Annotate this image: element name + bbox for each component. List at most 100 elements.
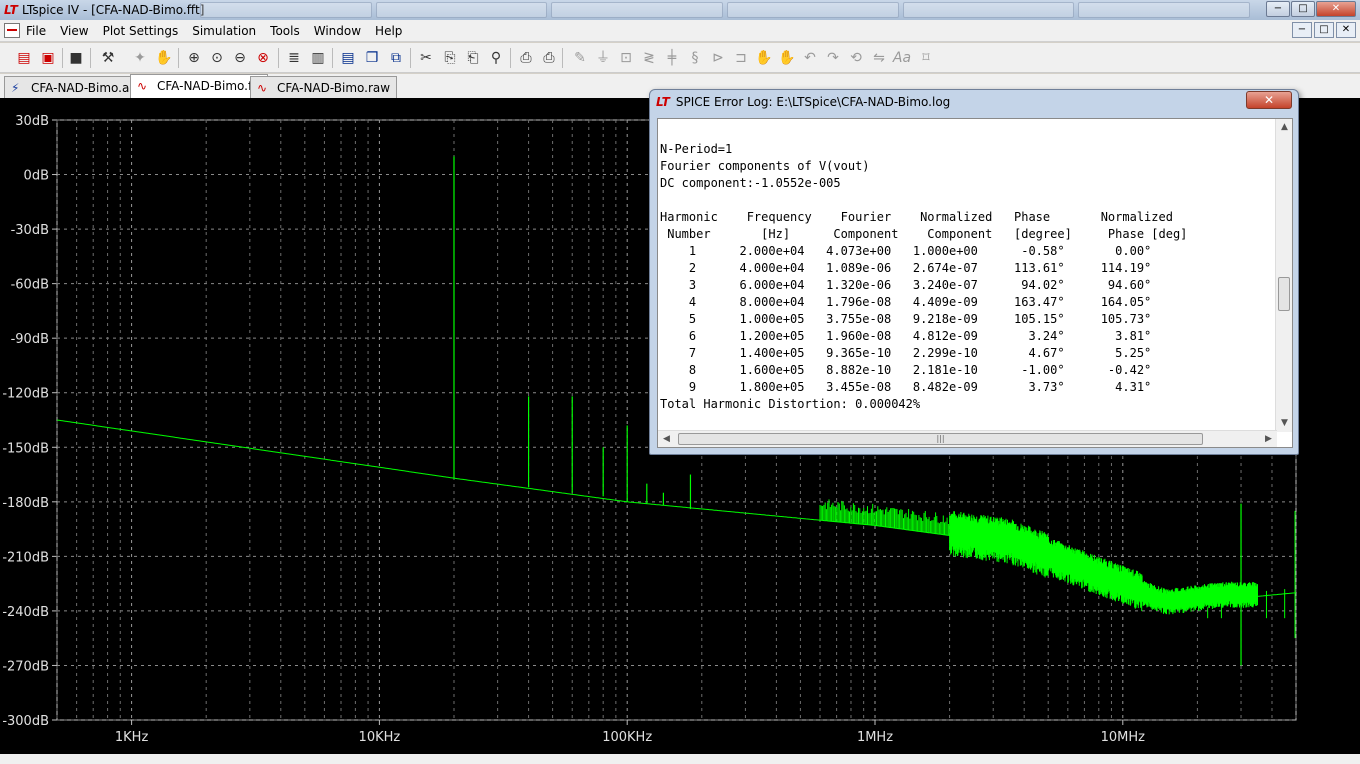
- y-tick-label: 30dB: [15, 114, 49, 129]
- y-tick-label: -180dB: [2, 496, 49, 511]
- mdi-minimize-button[interactable]: −: [1292, 22, 1312, 38]
- y-tick-label: 0dB: [24, 169, 49, 184]
- y-tick-label: -30dB: [11, 223, 49, 238]
- close-button[interactable]: ✕: [1316, 1, 1356, 17]
- tile-horizontal-icon[interactable]: ▤: [338, 48, 358, 68]
- log-line: 2 4.000e+04 1.089e-06 2.674e-07 113.61° …: [660, 261, 1152, 275]
- waveform-icon: ∿: [137, 79, 148, 93]
- control-panel-icon[interactable]: ⚒: [98, 48, 118, 68]
- scroll-up-icon[interactable]: ▲: [1276, 119, 1293, 136]
- redo-icon[interactable]: ↷: [823, 48, 843, 68]
- spice-error-log-window[interactable]: LT SPICE Error Log: E:\LTSpice\CFA-NAD-Bi…: [649, 89, 1299, 455]
- cut-icon[interactable]: ✂: [416, 48, 436, 68]
- ground-icon[interactable]: ⏚: [593, 48, 613, 68]
- menu-file[interactable]: File: [26, 24, 46, 38]
- waveform-icon: ∿: [257, 81, 268, 95]
- zoom-out-icon[interactable]: ⊖: [230, 48, 250, 68]
- autorange-icon[interactable]: ≣: [284, 48, 304, 68]
- scroll-down-icon[interactable]: ▼: [1276, 415, 1293, 432]
- horizontal-scrollbar[interactable]: ◀ ||| ▶: [658, 430, 1277, 447]
- paste-icon[interactable]: ⎗: [463, 48, 483, 68]
- horizontal-scroll-thumb[interactable]: |||: [678, 433, 1203, 445]
- text-icon[interactable]: Aa: [892, 48, 912, 68]
- run-icon[interactable]: ✦: [130, 48, 150, 68]
- menu-simulation[interactable]: Simulation: [192, 24, 256, 38]
- scroll-left-icon[interactable]: ◀: [658, 431, 675, 448]
- x-tick-label: 10KHz: [359, 730, 401, 745]
- mdi-close-button[interactable]: ✕: [1336, 22, 1356, 38]
- restore-button[interactable]: □: [1291, 1, 1315, 17]
- x-tick-label: 10MHz: [1101, 730, 1146, 745]
- tab-raw[interactable]: ∿ CFA-NAD-Bimo.raw: [250, 76, 398, 98]
- log-line: DC component:-1.0552e-005: [660, 176, 841, 190]
- vertical-scrollbar[interactable]: ▲ ▼: [1275, 119, 1292, 432]
- ghost-tab: [375, 2, 548, 18]
- mdi-restore-button[interactable]: □: [1314, 22, 1334, 38]
- tile-vertical-icon[interactable]: ▥: [308, 48, 328, 68]
- tab-schematic[interactable]: ⚡ CFA-NAD-Bimo.asc: [4, 76, 150, 98]
- print-setup-icon[interactable]: ⎙: [516, 48, 536, 68]
- zoom-in-icon[interactable]: ⊕: [184, 48, 204, 68]
- window-title: LTspice IV - [CFA-NAD-Bimo.fft]: [22, 3, 205, 17]
- log-title: SPICE Error Log: E:\LTSpice\CFA-NAD-Bimo…: [675, 95, 951, 109]
- close-all-icon[interactable]: ⧉: [386, 48, 406, 68]
- log-line: N-Period=1: [660, 142, 733, 156]
- log-line: 6 1.200e+05 1.960e-08 4.812e-09 3.24° 3.…: [660, 329, 1152, 343]
- inductor-icon[interactable]: §: [685, 48, 705, 68]
- ghost-tab: [1078, 2, 1251, 18]
- spice-directive-icon[interactable]: ⌑: [916, 48, 936, 68]
- tab-label: CFA-NAD-Bimo.asc: [31, 81, 143, 95]
- ghost-tab: [551, 2, 724, 18]
- print-icon[interactable]: ⎙: [539, 48, 559, 68]
- rotate-icon[interactable]: ⟲: [846, 48, 866, 68]
- toolbar: ▤ ▣ ■ ⚒ ✦ ✋ ⊕ ⊙ ⊖ ⊗ ≣ ▥ ▤ ❐ ⧉ ✂ ⎘ ⎗ ⚲ ⎙ …: [0, 43, 1360, 73]
- diode-icon[interactable]: ⊳: [708, 48, 728, 68]
- component-icon[interactable]: ⊐: [731, 48, 751, 68]
- pan-icon[interactable]: ✋: [154, 48, 174, 68]
- minimize-button[interactable]: −: [1266, 1, 1290, 17]
- label-icon[interactable]: ⊡: [616, 48, 636, 68]
- log-line: Number [Hz] Component Component [degree]…: [660, 227, 1188, 241]
- zoom-area-icon[interactable]: ⊙: [207, 48, 227, 68]
- save-icon[interactable]: ■: [66, 48, 86, 68]
- status-bar: [0, 754, 1360, 764]
- y-tick-label: -210dB: [2, 550, 49, 565]
- resistor-icon[interactable]: ≷: [639, 48, 659, 68]
- open-icon[interactable]: ▣: [38, 48, 58, 68]
- find-icon[interactable]: ⚲: [486, 48, 506, 68]
- menu-window[interactable]: Window: [314, 24, 361, 38]
- menu-plot-settings[interactable]: Plot Settings: [103, 24, 179, 38]
- menu-tools[interactable]: Tools: [270, 24, 300, 38]
- capacitor-icon[interactable]: ╪: [662, 48, 682, 68]
- log-line: Total Harmonic Distortion: 0.000042%: [660, 397, 921, 411]
- menu-help[interactable]: Help: [375, 24, 402, 38]
- y-tick-label: -90dB: [11, 332, 49, 347]
- x-tick-label: 1KHz: [115, 730, 149, 745]
- log-close-button[interactable]: ✕: [1246, 91, 1292, 109]
- mirror-icon[interactable]: ⇋: [869, 48, 889, 68]
- y-tick-label: -60dB: [11, 278, 49, 293]
- vertical-scroll-thumb[interactable]: [1278, 277, 1290, 311]
- wire-icon[interactable]: ✎: [570, 48, 590, 68]
- move-icon[interactable]: ✋: [754, 48, 774, 68]
- cascade-icon[interactable]: ❐: [362, 48, 382, 68]
- new-schematic-icon[interactable]: ▤: [14, 48, 34, 68]
- log-line: 9 1.800e+05 3.455e-08 8.482e-09 3.73° 4.…: [660, 380, 1152, 394]
- ltspice-logo-icon: LT: [656, 95, 670, 109]
- y-tick-label: -300dB: [2, 714, 49, 729]
- log-line: 7 1.400e+05 9.365e-10 2.299e-10 4.67° 5.…: [660, 346, 1152, 360]
- menu-bar: File View Plot Settings Simulation Tools…: [0, 20, 1360, 42]
- document-waveform-icon[interactable]: [4, 23, 20, 38]
- title-bar: LT LTspice IV - [CFA-NAD-Bimo.fft] − □ ✕: [0, 0, 1360, 20]
- log-title-bar[interactable]: LT SPICE Error Log: E:\LTSpice\CFA-NAD-Bi…: [656, 95, 950, 109]
- scroll-right-icon[interactable]: ▶: [1260, 431, 1277, 448]
- undo-icon[interactable]: ↶: [800, 48, 820, 68]
- drag-icon[interactable]: ✋: [777, 48, 797, 68]
- tab-fft[interactable]: ∿ CFA-NAD-Bimo.fft: [130, 74, 268, 98]
- y-tick-label: -240dB: [2, 605, 49, 620]
- log-content[interactable]: N-Period=1 Fourier components of V(vout) D…: [657, 118, 1293, 448]
- menu-view[interactable]: View: [60, 24, 88, 38]
- copy-icon[interactable]: ⎘: [440, 48, 460, 68]
- zoom-cancel-icon[interactable]: ⊗: [253, 48, 273, 68]
